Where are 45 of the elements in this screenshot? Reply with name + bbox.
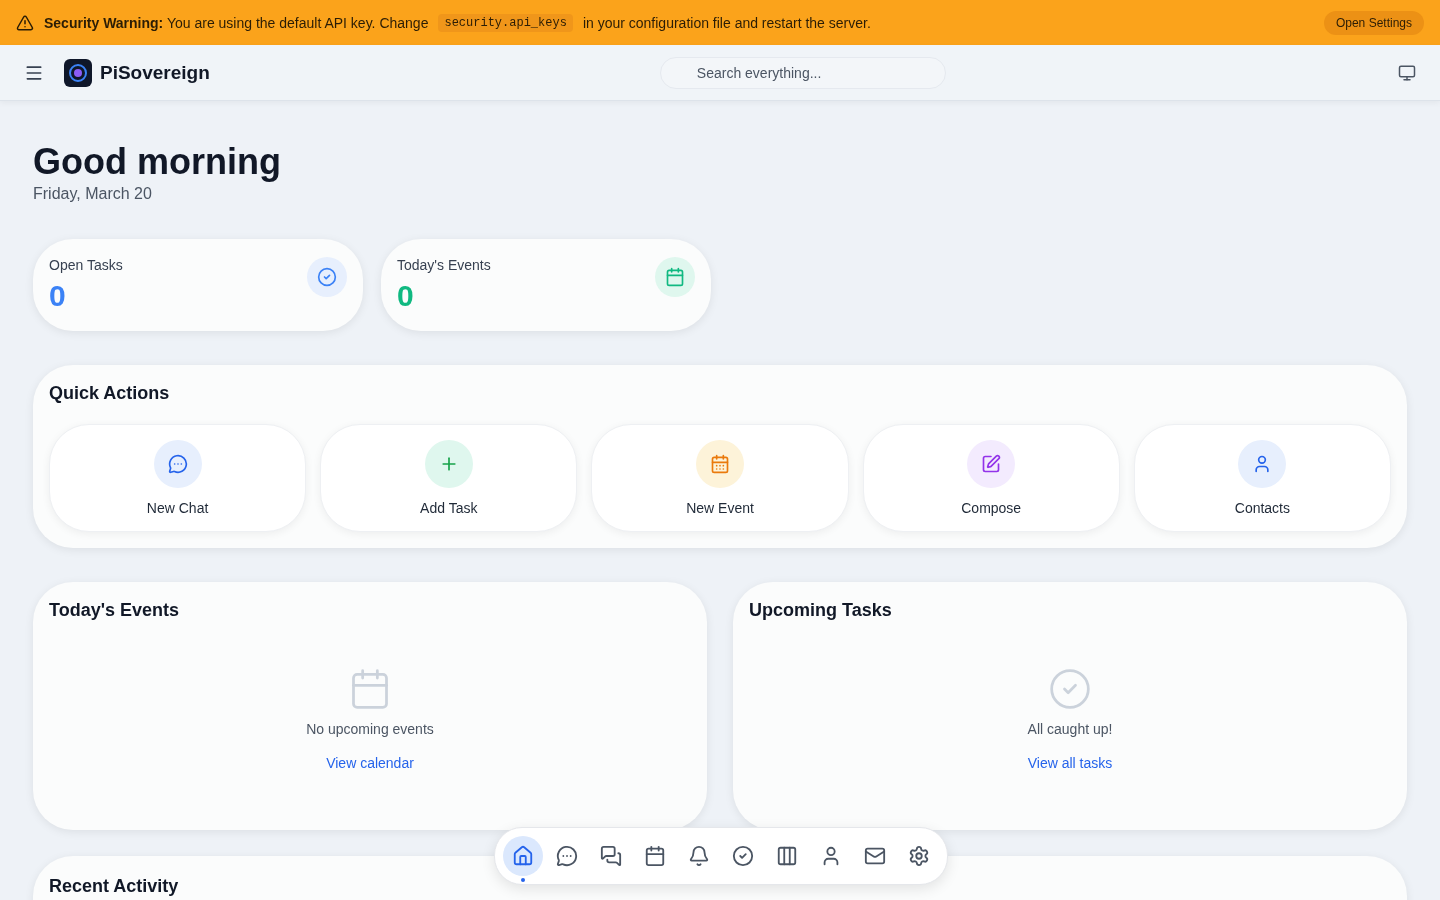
stat-label: Open Tasks: [49, 257, 123, 273]
mail-icon: [864, 845, 886, 867]
empty-message: All caught up!: [1027, 721, 1113, 737]
logo-icon: [64, 58, 92, 87]
card-title: Upcoming Tasks: [749, 600, 892, 621]
columns-icon: [776, 845, 798, 867]
greeting-date: Friday, March 20: [33, 185, 153, 203]
warning-icon: [16, 13, 34, 32]
card-title: Quick Actions: [49, 383, 170, 404]
calendar-icon: [696, 440, 744, 488]
quick-action-button[interactable]: New Event: [591, 424, 849, 532]
speech-bubbles-icon: [600, 845, 622, 867]
empty-message: No upcoming events: [306, 721, 434, 737]
view-link[interactable]: View all tasks: [1027, 755, 1113, 771]
card-title: Recent Activity: [49, 876, 179, 897]
calendar-icon: [644, 845, 666, 867]
stat-label: Today's Events: [397, 257, 491, 273]
config-key: security.api_keys: [438, 13, 573, 32]
warning-message-end: in your configuration file and restart the server.: [582, 14, 871, 31]
quick-action-button[interactable]: Contacts: [1133, 424, 1391, 532]
app-name: PiSovereign: [100, 61, 210, 84]
calendar-icon: [655, 257, 695, 297]
check-circle-icon: [732, 845, 754, 867]
greeting-title: Good morning: [33, 141, 282, 183]
person-icon: [1238, 440, 1287, 488]
quick-action-button[interactable]: Compose: [862, 424, 1120, 532]
stat-value: 0: [49, 279, 67, 313]
quick-action-button[interactable]: New Chat: [49, 424, 307, 532]
check-circle-icon: [1048, 667, 1092, 711]
card-title: Today's Events: [49, 600, 179, 621]
chat-bubble-icon: [556, 845, 578, 867]
search-field[interactable]: Search everything...: [659, 56, 946, 89]
view-link[interactable]: View calendar: [326, 755, 414, 771]
home-icon: [512, 845, 534, 867]
quick-action-button[interactable]: Add Task: [320, 424, 578, 532]
open-settings-button[interactable]: Open Settings: [1323, 10, 1424, 35]
check-circle-icon: [307, 257, 347, 297]
monitor-icon[interactable]: [1398, 63, 1416, 82]
stat-value: 0: [397, 279, 415, 313]
active-dot: [521, 878, 525, 882]
bell-icon: [688, 845, 710, 867]
chat-bubble-icon: [153, 440, 202, 488]
settings-icon: [908, 845, 930, 867]
warning-message: Security Warning: You are using the default API key. Change: [44, 14, 429, 31]
plus-icon: [424, 440, 473, 488]
